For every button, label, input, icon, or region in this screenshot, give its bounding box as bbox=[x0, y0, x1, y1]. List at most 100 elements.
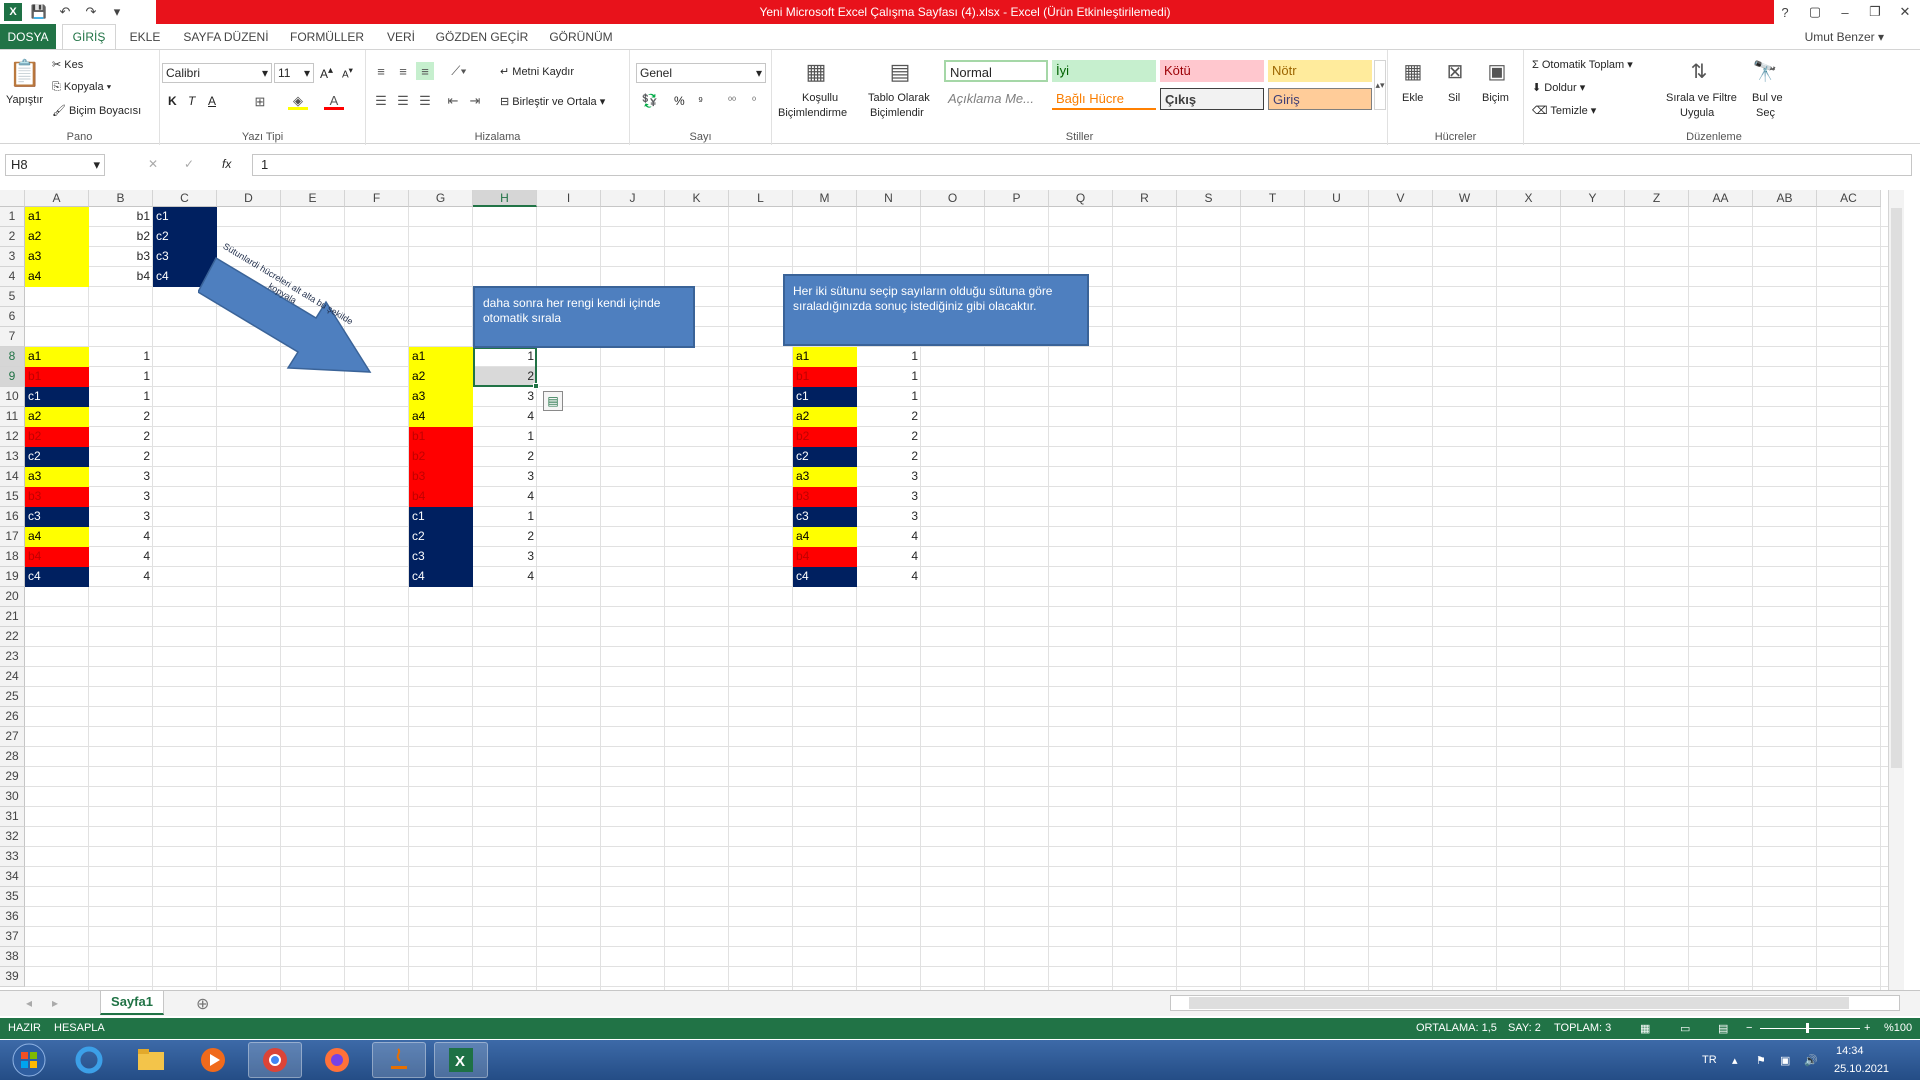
row-header[interactable]: 33 bbox=[0, 847, 25, 867]
row-header[interactable]: 8 bbox=[0, 347, 25, 367]
row-header[interactable]: 20 bbox=[0, 587, 25, 607]
shrink-font-button[interactable]: A▾ bbox=[342, 65, 353, 80]
cell-N11[interactable]: 2 bbox=[857, 407, 921, 427]
action-center-icon[interactable]: ⚑ bbox=[1756, 1040, 1766, 1080]
number-format-select[interactable]: Genel ▾ bbox=[636, 63, 766, 83]
percent-button[interactable]: % bbox=[674, 94, 685, 108]
cell-M18[interactable]: b4 bbox=[793, 547, 857, 567]
delete-cells-icon[interactable]: ⊠ bbox=[1440, 56, 1470, 86]
font-color-icon[interactable]: A bbox=[324, 93, 344, 110]
cell-G16[interactable]: c1 bbox=[409, 507, 473, 527]
cell-N10[interactable]: 1 bbox=[857, 387, 921, 407]
cell-N19[interactable]: 4 bbox=[857, 567, 921, 587]
enter-icon[interactable]: ✓ bbox=[184, 157, 194, 171]
borders-icon[interactable]: ⊞ bbox=[250, 94, 270, 110]
cell-A17[interactable]: a4 bbox=[25, 527, 89, 547]
cell-H10[interactable]: 3 bbox=[473, 387, 537, 407]
ribbon-display-button[interactable]: ▢ bbox=[1800, 0, 1830, 24]
style-bad[interactable]: Kötü bbox=[1160, 60, 1264, 82]
normal-view-icon[interactable]: ▦ bbox=[1640, 1022, 1650, 1035]
fill-color-icon[interactable]: ◈ bbox=[288, 93, 308, 110]
row-header[interactable]: 26 bbox=[0, 707, 25, 727]
row-header[interactable]: 30 bbox=[0, 787, 25, 807]
paste-button[interactable]: Yapıştır bbox=[6, 94, 43, 106]
clear-button[interactable]: ⌫ Temizle ▾ bbox=[1532, 104, 1596, 117]
column-header[interactable]: Z bbox=[1625, 190, 1689, 207]
row-header[interactable]: 31 bbox=[0, 807, 25, 827]
column-header[interactable]: K bbox=[665, 190, 729, 207]
find-select-label-2[interactable]: Seç bbox=[1756, 107, 1775, 119]
cell-B4[interactable]: b4 bbox=[89, 267, 153, 287]
cell-C2[interactable]: c2 bbox=[153, 227, 217, 247]
horizontal-scrollbar[interactable] bbox=[1170, 995, 1900, 1011]
column-header[interactable]: G bbox=[409, 190, 473, 207]
cell-N16[interactable]: 3 bbox=[857, 507, 921, 527]
insert-cells-icon[interactable]: ▦ bbox=[1398, 56, 1428, 86]
styles-scroll[interactable]: ▴▾ bbox=[1374, 60, 1386, 110]
format-cells-button[interactable]: Biçim bbox=[1482, 92, 1509, 104]
column-header[interactable]: AB bbox=[1753, 190, 1817, 207]
cell-B14[interactable]: 3 bbox=[89, 467, 153, 487]
tab-view[interactable]: GÖRÜNÜM bbox=[540, 24, 622, 49]
firefox-icon[interactable] bbox=[310, 1042, 364, 1078]
cell-N13[interactable]: 2 bbox=[857, 447, 921, 467]
clock-date[interactable]: 25.10.2021 bbox=[1834, 1060, 1889, 1078]
row-header[interactable]: 37 bbox=[0, 927, 25, 947]
cell-M8[interactable]: a1 bbox=[793, 347, 857, 367]
cell-G11[interactable]: a4 bbox=[409, 407, 473, 427]
customize-qat-icon[interactable]: ▾ bbox=[104, 0, 130, 24]
column-header[interactable]: N bbox=[857, 190, 921, 207]
column-header[interactable]: X bbox=[1497, 190, 1561, 207]
zoom-level[interactable]: %100 bbox=[1884, 1022, 1912, 1034]
vertical-scrollbar-thumb[interactable] bbox=[1891, 208, 1902, 768]
cell-G18[interactable]: c3 bbox=[409, 547, 473, 567]
clock-time[interactable]: 14:34 bbox=[1836, 1042, 1864, 1060]
help-button[interactable]: ? bbox=[1770, 0, 1800, 24]
row-header[interactable]: 9 bbox=[0, 367, 25, 387]
cell-G17[interactable]: c2 bbox=[409, 527, 473, 547]
cell-G12[interactable]: b1 bbox=[409, 427, 473, 447]
format-cells-icon[interactable]: ▣ bbox=[1482, 56, 1512, 86]
cell-M11[interactable]: a2 bbox=[793, 407, 857, 427]
row-header[interactable]: 32 bbox=[0, 827, 25, 847]
cell-A3[interactable]: a3 bbox=[25, 247, 89, 267]
column-header[interactable]: Q bbox=[1049, 190, 1113, 207]
horizontal-scrollbar-thumb[interactable] bbox=[1189, 997, 1849, 1009]
cell-M19[interactable]: c4 bbox=[793, 567, 857, 587]
column-header[interactable]: T bbox=[1241, 190, 1305, 207]
row-header[interactable]: 29 bbox=[0, 767, 25, 787]
cell-H19[interactable]: 4 bbox=[473, 567, 537, 587]
cell-N9[interactable]: 1 bbox=[857, 367, 921, 387]
add-sheet-icon[interactable]: ⊕ bbox=[196, 994, 209, 1014]
tab-page-layout[interactable]: SAYFA DÜZENİ bbox=[176, 24, 276, 49]
cell-M12[interactable]: b2 bbox=[793, 427, 857, 447]
row-header[interactable]: 18 bbox=[0, 547, 25, 567]
row-header[interactable]: 5 bbox=[0, 287, 25, 307]
cell-G13[interactable]: b2 bbox=[409, 447, 473, 467]
insert-cells-button[interactable]: Ekle bbox=[1402, 92, 1423, 104]
cell-G10[interactable]: a3 bbox=[409, 387, 473, 407]
row-header[interactable]: 3 bbox=[0, 247, 25, 267]
user-account[interactable]: Umut Benzer ▾ bbox=[1805, 24, 1884, 49]
cell-A12[interactable]: b2 bbox=[25, 427, 89, 447]
row-header[interactable]: 36 bbox=[0, 907, 25, 927]
cell-B17[interactable]: 4 bbox=[89, 527, 153, 547]
cell-A15[interactable]: b3 bbox=[25, 487, 89, 507]
column-header[interactable]: R bbox=[1113, 190, 1177, 207]
page-break-view-icon[interactable]: ▤ bbox=[1718, 1022, 1728, 1035]
row-header[interactable]: 17 bbox=[0, 527, 25, 547]
row-header[interactable]: 38 bbox=[0, 947, 25, 967]
cell-B19[interactable]: 4 bbox=[89, 567, 153, 587]
status-calculate[interactable]: HESAPLA bbox=[54, 1022, 105, 1034]
cell-M13[interactable]: c2 bbox=[793, 447, 857, 467]
column-header[interactable]: B bbox=[89, 190, 153, 207]
row-header[interactable]: 7 bbox=[0, 327, 25, 347]
currency-icon[interactable]: 💱 bbox=[638, 92, 662, 110]
tab-insert[interactable]: EKLE bbox=[122, 24, 168, 49]
cell-H12[interactable]: 1 bbox=[473, 427, 537, 447]
prev-sheet-icon[interactable]: ◂ bbox=[26, 996, 32, 1010]
row-header[interactable]: 16 bbox=[0, 507, 25, 527]
grow-font-button[interactable]: A▴ bbox=[320, 65, 333, 81]
cell-H18[interactable]: 3 bbox=[473, 547, 537, 567]
cell-B13[interactable]: 2 bbox=[89, 447, 153, 467]
